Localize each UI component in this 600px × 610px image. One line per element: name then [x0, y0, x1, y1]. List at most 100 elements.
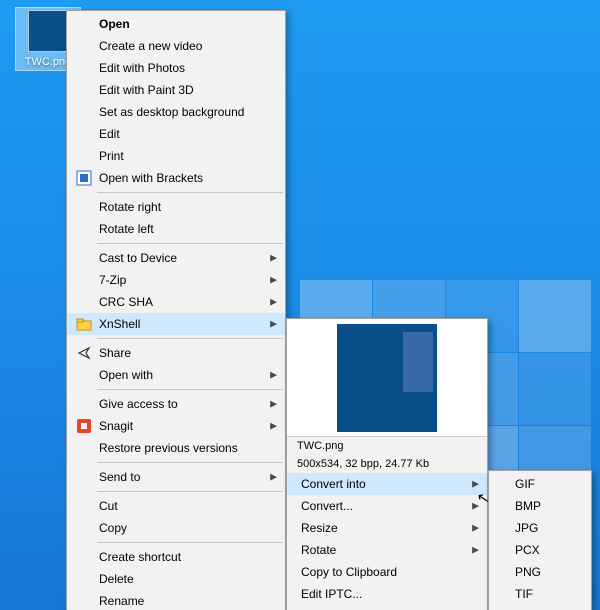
menu-item-give-access-to[interactable]: Give access to▶ — [67, 393, 285, 415]
menu-item-rotate-right[interactable]: Rotate right — [67, 196, 285, 218]
blank-icon — [73, 271, 95, 289]
submenu-arrow-icon: ▶ — [472, 479, 479, 490]
format-item-fmt-pcx[interactable]: PCX — [489, 539, 591, 561]
menu-item-copy[interactable]: Copy — [67, 517, 285, 539]
menu-item-label: Rename — [99, 594, 144, 608]
menu-item-label: Convert into — [301, 477, 366, 491]
blank-icon — [73, 198, 95, 216]
separator — [97, 243, 283, 244]
menu-item-label: Edit IPTC... — [301, 587, 362, 601]
xnshell-item-convert-into[interactable]: Convert into ▶ — [287, 473, 487, 495]
menu-item-share[interactable]: Share — [67, 342, 285, 364]
menu-item-rotate-left[interactable]: Rotate left — [67, 218, 285, 240]
blank-icon — [73, 147, 95, 165]
menu-item-delete[interactable]: Delete — [67, 568, 285, 590]
xnshell-item-rotate[interactable]: Rotate ▶ — [287, 539, 487, 561]
xnshell-item-resize[interactable]: Resize▶ — [287, 517, 487, 539]
blank-icon — [73, 548, 95, 566]
format-item-fmt-png[interactable]: PNG — [489, 561, 591, 583]
submenu-arrow-icon: ▶ — [270, 275, 277, 286]
menu-item-cut[interactable]: Cut — [67, 495, 285, 517]
menu-item-label: Print — [99, 149, 124, 163]
menu-item-label: Edit with Paint 3D — [99, 83, 194, 97]
blank-icon — [73, 497, 95, 515]
menu-item-label: Cast to Device — [99, 251, 177, 265]
menu-item-seven-zip[interactable]: 7-Zip ▶ — [67, 269, 285, 291]
submenu-arrow-icon: ▶ — [270, 472, 277, 483]
menu-item-label: Rotate — [301, 543, 336, 557]
xnshell-item-convert[interactable]: Convert...▶ — [287, 495, 487, 517]
blank-icon — [73, 592, 95, 610]
menu-item-label: Open with Brackets — [99, 171, 203, 185]
menu-item-print[interactable]: Print — [67, 145, 285, 167]
xnshell-item-edit-iptc[interactable]: Edit IPTC... — [287, 583, 487, 605]
menu-item-open[interactable]: Open — [67, 13, 285, 35]
xnshell-item-copy-to-clipboard[interactable]: Copy to Clipboard — [287, 561, 487, 583]
menu-item-send-to[interactable]: Send to▶ — [67, 466, 285, 488]
menu-item-create-shortcut[interactable]: Create shortcut — [67, 546, 285, 568]
brackets-icon — [73, 169, 95, 187]
menu-item-label: Give access to — [99, 397, 178, 411]
menu-item-label: Open with — [99, 368, 153, 382]
separator — [97, 491, 283, 492]
menu-item-label: XnShell — [99, 317, 140, 331]
blank-icon — [73, 125, 95, 143]
menu-item-label: Resize — [301, 521, 338, 535]
menu-item-edit-with-paint3d[interactable]: Edit with Paint 3D — [67, 79, 285, 101]
blank-icon — [73, 570, 95, 588]
snagit-icon — [73, 417, 95, 435]
menu-item-label: Create a new video — [99, 39, 202, 53]
blank-icon — [73, 366, 95, 384]
blank-icon — [73, 293, 95, 311]
menu-item-edit-with-photos[interactable]: Edit with Photos — [67, 57, 285, 79]
menu-item-label: Cut — [99, 499, 118, 513]
menu-item-snagit[interactable]: Snagit▶ — [67, 415, 285, 437]
desktop[interactable]: TWC.png Open Create a new video Edit with … — [0, 0, 600, 610]
xnshell-filename: TWC.png — [287, 437, 487, 455]
format-item-fmt-jpg[interactable]: JPG — [489, 517, 591, 539]
submenu-arrow-icon: ▶ — [270, 253, 277, 264]
submenu-arrow-icon: ▶ — [472, 545, 479, 556]
menu-item-label: Convert... — [301, 499, 353, 513]
separator — [97, 338, 283, 339]
menu-item-label: CRC SHA — [99, 295, 153, 309]
blank-icon — [73, 519, 95, 537]
blank-icon — [73, 103, 95, 121]
convert-into-submenu: GIF BMP JPG PCX PNG TIFTGA — [488, 470, 592, 610]
menu-item-crc-sha[interactable]: CRC SHA ▶ — [67, 291, 285, 313]
menu-item-label: Share — [99, 346, 131, 360]
menu-item-edit[interactable]: Edit — [67, 123, 285, 145]
menu-item-label: PNG — [515, 565, 541, 579]
xnshell-icon — [73, 315, 95, 333]
menu-item-restore-previous-versions[interactable]: Restore previous versions — [67, 437, 285, 459]
menu-item-open-with-brackets[interactable]: Open with Brackets — [67, 167, 285, 189]
separator — [97, 389, 283, 390]
menu-item-label: Rotate right — [99, 200, 161, 214]
menu-item-cast-to-device[interactable]: Cast to Device ▶ — [67, 247, 285, 269]
menu-item-label: Edit — [99, 127, 120, 141]
menu-item-rename[interactable]: Rename — [67, 590, 285, 610]
format-item-fmt-tga[interactable]: TGA — [489, 605, 591, 610]
xnshell-submenu: TWC.png 500x534, 32 bpp, 24.77 Kb Conver… — [286, 318, 488, 610]
menu-item-label: Open — [99, 17, 130, 31]
menu-item-label: Rotate left — [99, 222, 154, 236]
xnshell-fileinfo: 500x534, 32 bpp, 24.77 Kb — [287, 455, 487, 473]
menu-item-create-new-video[interactable]: Create a new video — [67, 35, 285, 57]
xnshell-item-send-imageshack[interactable]: Send to ImageShack® — [287, 605, 487, 610]
menu-item-label: JPG — [515, 521, 538, 535]
menu-item-xnshell[interactable]: XnShell▶ — [67, 313, 285, 335]
submenu-arrow-icon: ▶ — [270, 297, 277, 308]
format-item-fmt-bmp[interactable]: BMP — [489, 495, 591, 517]
separator — [97, 462, 283, 463]
format-item-fmt-gif[interactable]: GIF — [489, 473, 591, 495]
menu-item-set-desktop-background[interactable]: Set as desktop background — [67, 101, 285, 123]
blank-icon — [73, 81, 95, 99]
menu-item-label: 7-Zip — [99, 273, 126, 287]
menu-item-label: GIF — [515, 477, 535, 491]
menu-item-open-with[interactable]: Open with▶ — [67, 364, 285, 386]
format-item-fmt-tif[interactable]: TIF — [489, 583, 591, 605]
blank-icon — [73, 439, 95, 457]
blank-icon — [73, 249, 95, 267]
blank-icon — [73, 59, 95, 77]
separator — [97, 192, 283, 193]
